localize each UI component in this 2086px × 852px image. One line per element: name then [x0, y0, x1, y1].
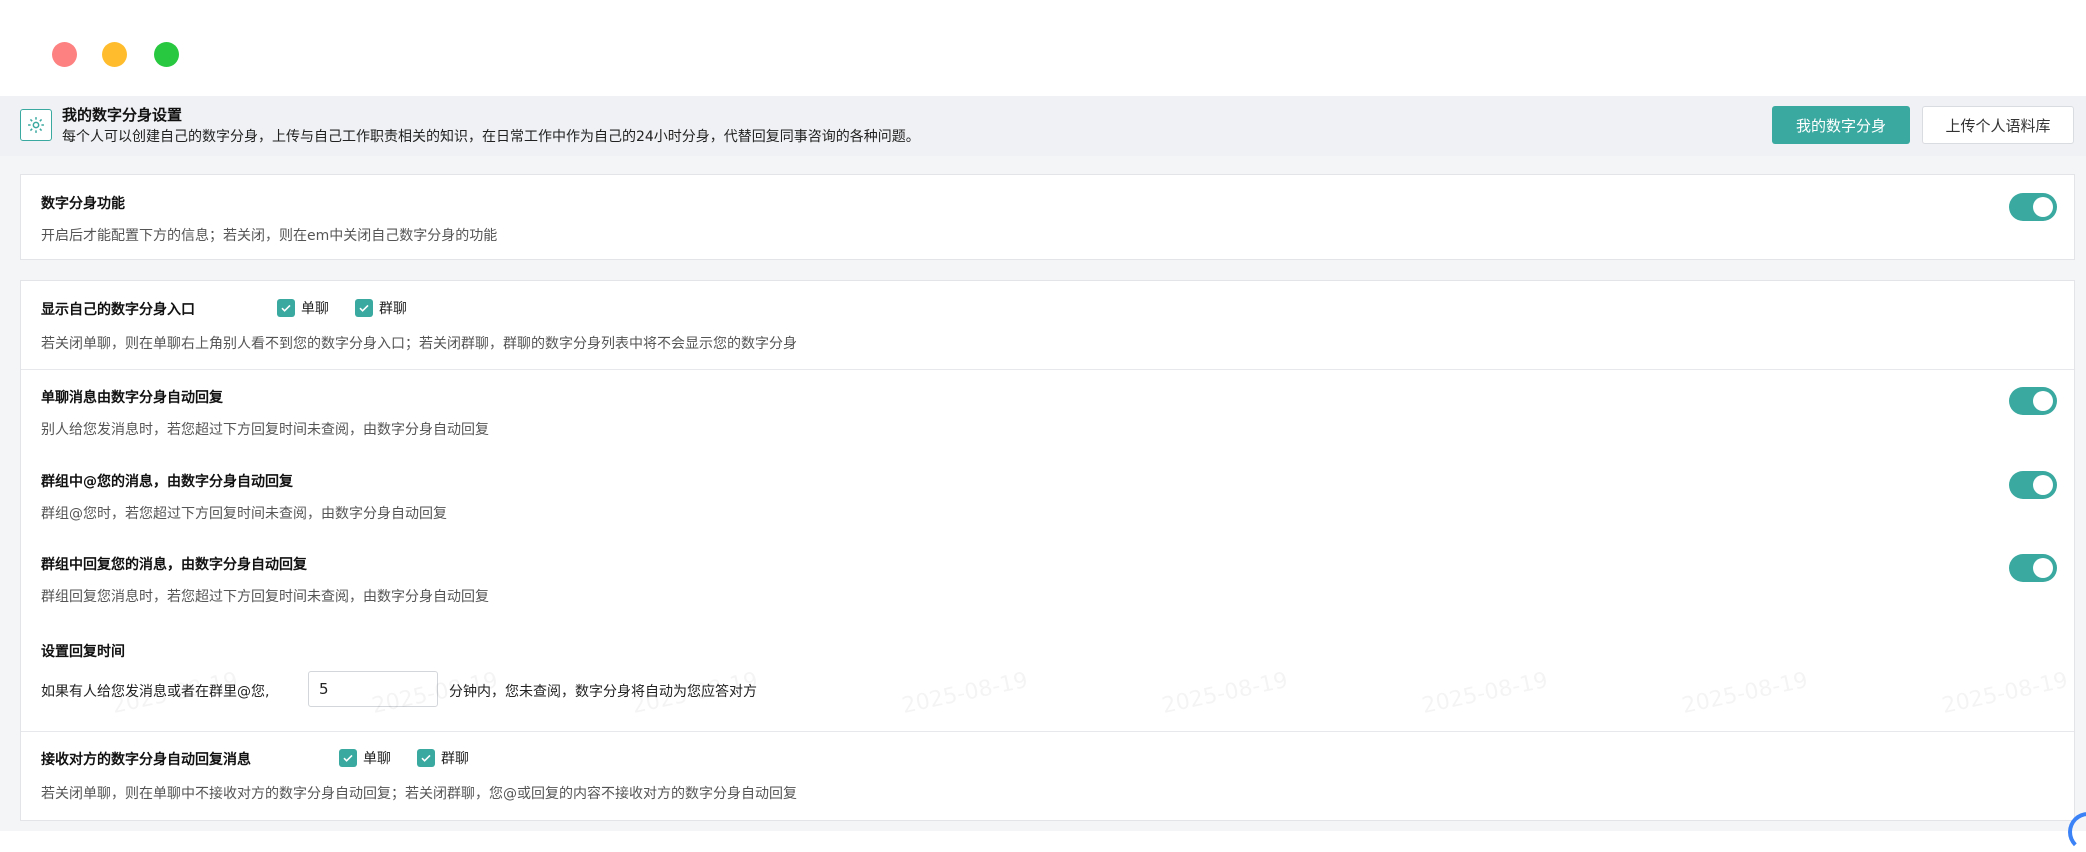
window-close-button[interactable] [52, 42, 77, 67]
divider [21, 369, 2074, 370]
settings-header: 我的数字分身设置 每个人可以创建自己的数字分身，上传与自己工作职责相关的知识，在… [0, 96, 2086, 156]
auto-reply-group-reply-description: 群组回复您消息时，若您超过下方回复时间未查阅，由数字分身自动回复 [41, 589, 489, 605]
page-title: 我的数字分身设置 [62, 106, 183, 124]
window-minimize-button[interactable] [102, 42, 127, 67]
receive-title: 接收对方的数字分身自动回复消息 [41, 752, 251, 768]
watermark: 2025-08-19 [1420, 668, 1550, 719]
receive-single-chat-label: 单聊 [363, 751, 391, 767]
divider [21, 731, 2074, 732]
watermark: 2025-08-19 [1680, 668, 1810, 719]
entry-title: 显示自己的数字分身入口 [41, 302, 195, 318]
receive-group-chat-label: 群聊 [441, 751, 469, 767]
page-description: 每个人可以创建自己的数字分身，上传与自己工作职责相关的知识，在日常工作中作为自己… [62, 129, 920, 145]
auto-reply-mention-toggle[interactable] [2009, 471, 2057, 499]
receive-description: 若关闭单聊，则在单聊中不接收对方的数字分身自动回复；若关闭群聊，您@或回复的内容… [41, 786, 797, 802]
watermark: 2025-08-19 [1940, 668, 2070, 719]
feature-description: 开启后才能配置下方的信息；若关闭，则在em中关闭自己数字分身的功能 [41, 228, 498, 244]
auto-reply-single-title: 单聊消息由数字分身自动回复 [41, 390, 223, 406]
auto-reply-group-reply-title: 群组中回复您的消息，由数字分身自动回复 [41, 557, 307, 573]
entry-group-chat-label: 群聊 [379, 301, 407, 317]
entry-single-chat-checkbox[interactable] [277, 299, 295, 317]
settings-content: 数字分身功能 开启后才能配置下方的信息；若关闭，则在em中关闭自己数字分身的功能… [0, 156, 2086, 831]
window-maximize-button[interactable] [154, 42, 179, 67]
auto-reply-single-toggle[interactable] [2009, 387, 2057, 415]
watermark: 2025-08-19 [900, 668, 1030, 719]
feature-card: 数字分身功能 开启后才能配置下方的信息；若关闭，则在em中关闭自己数字分身的功能 [20, 174, 2075, 260]
reply-time-suffix: 分钟内，您未查阅，数字分身将自动为您应答对方 [449, 684, 757, 700]
auto-reply-single-description: 别人给您发消息时，若您超过下方回复时间未查阅，由数字分身自动回复 [41, 422, 489, 438]
window-titlebar [0, 0, 2086, 96]
reply-time-title: 设置回复时间 [41, 644, 125, 660]
entry-group-chat-checkbox[interactable] [355, 299, 373, 317]
receive-options: 单聊 群聊 [339, 748, 495, 768]
feature-title: 数字分身功能 [41, 196, 125, 212]
receive-group-chat-checkbox[interactable] [417, 749, 435, 767]
auto-reply-group-reply-toggle[interactable] [2009, 554, 2057, 582]
auto-reply-mention-description: 群组@您时，若您超过下方回复时间未查阅，由数字分身自动回复 [41, 506, 447, 522]
upload-corpus-button[interactable]: 上传个人语料库 [1922, 106, 2074, 144]
receive-single-chat-checkbox[interactable] [339, 749, 357, 767]
gear-icon [20, 109, 52, 141]
reply-time-prefix: 如果有人给您发消息或者在群里@您, [41, 684, 270, 700]
watermark: 2025-08-19 [1160, 668, 1290, 719]
entry-description: 若关闭单聊，则在单聊右上角别人看不到您的数字分身入口；若关闭群聊，群聊的数字分身… [41, 336, 797, 352]
settings-card: 显示自己的数字分身入口 单聊 群聊 若关闭单聊，则在单聊右上角别人看不到您的数字… [20, 280, 2075, 821]
feature-toggle[interactable] [2009, 193, 2057, 221]
my-digital-twin-button[interactable]: 我的数字分身 [1772, 106, 1910, 144]
entry-single-chat-label: 单聊 [301, 301, 329, 317]
entry-options: 单聊 群聊 [277, 298, 433, 318]
reply-time-input[interactable] [308, 671, 438, 707]
auto-reply-mention-title: 群组中@您的消息，由数字分身自动回复 [41, 474, 293, 490]
